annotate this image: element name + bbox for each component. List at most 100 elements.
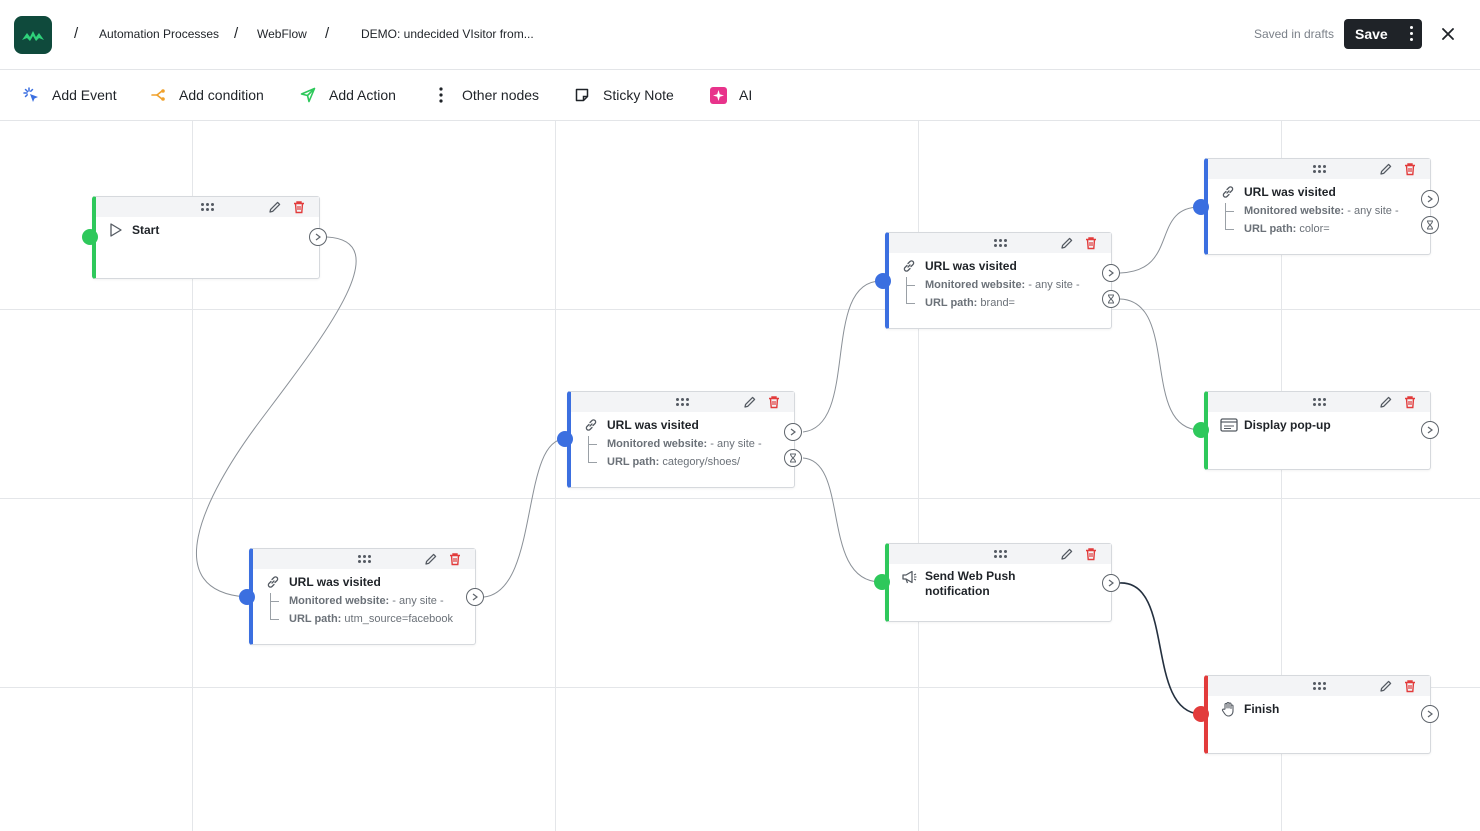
add-condition-button[interactable]: Add condition [149, 84, 264, 106]
node-header[interactable] [889, 233, 1111, 253]
sticky-note-button[interactable]: Sticky Note [573, 84, 674, 106]
edit-icon[interactable] [1060, 547, 1074, 561]
monitored-website-row: Monitored website: - any site - [607, 438, 762, 450]
monitored-website-row: Monitored website: - any site - [1244, 205, 1399, 217]
input-port[interactable] [1193, 422, 1209, 438]
edit-icon[interactable] [1379, 679, 1393, 693]
save-button-label: Save [1355, 26, 1388, 42]
play-icon [110, 223, 122, 237]
delete-icon[interactable] [1084, 236, 1098, 250]
node-header[interactable] [253, 549, 475, 569]
breadcrumb-automation-processes[interactable]: Automation Processes [99, 27, 219, 41]
popup-window-icon [1220, 418, 1238, 432]
timeout-port-hourglass-icon[interactable] [1102, 290, 1120, 308]
tree-connector [588, 436, 598, 463]
edit-icon[interactable] [424, 552, 438, 566]
node-header[interactable] [571, 392, 794, 412]
input-port[interactable] [82, 229, 98, 245]
tree-connector [270, 593, 280, 620]
edit-icon[interactable] [1379, 162, 1393, 176]
node-url-visited-color[interactable]: URL was visited Monitored website: - any… [1204, 158, 1431, 255]
sticky-note-label: Sticky Note [603, 87, 674, 103]
save-button[interactable]: Save [1344, 19, 1422, 49]
edit-icon[interactable] [1060, 236, 1074, 250]
delete-icon[interactable] [1403, 679, 1417, 693]
delete-icon[interactable] [292, 200, 306, 214]
add-event-button[interactable]: Add Event [22, 84, 117, 106]
edit-icon[interactable] [743, 395, 757, 409]
input-port[interactable] [875, 273, 891, 289]
breadcrumb-webflow[interactable]: WebFlow [257, 27, 307, 41]
input-port[interactable] [239, 589, 255, 605]
delete-icon[interactable] [1084, 547, 1098, 561]
save-options-icon[interactable] [1410, 26, 1414, 41]
drag-handle-icon[interactable] [1313, 165, 1327, 173]
app-logo[interactable] [14, 16, 52, 54]
tree-connector [906, 277, 916, 304]
edge-start-to-url1 [195, 236, 357, 598]
other-nodes-button[interactable]: Other nodes [432, 84, 539, 106]
timeout-port-hourglass-icon[interactable] [784, 449, 802, 467]
output-port[interactable] [1421, 705, 1439, 723]
input-port[interactable] [1193, 706, 1209, 722]
prop-value: - any site - [1347, 205, 1399, 217]
output-port[interactable] [309, 228, 327, 246]
drag-handle-icon[interactable] [1313, 682, 1327, 690]
drag-handle-icon[interactable] [201, 203, 215, 211]
node-header[interactable] [1208, 392, 1430, 412]
add-condition-label: Add condition [179, 87, 264, 103]
output-port[interactable] [1421, 190, 1439, 208]
input-port[interactable] [1193, 199, 1209, 215]
node-header[interactable] [889, 544, 1111, 564]
input-port[interactable] [557, 431, 573, 447]
delete-icon[interactable] [1403, 395, 1417, 409]
edit-icon[interactable] [1379, 395, 1393, 409]
output-port[interactable] [1102, 264, 1120, 282]
drag-handle-icon[interactable] [358, 555, 372, 563]
output-port[interactable] [784, 423, 802, 441]
edge-push-to-finish [1119, 582, 1201, 715]
node-header[interactable] [1208, 159, 1430, 179]
node-header[interactable] [96, 197, 319, 217]
node-url-visited-shoes[interactable]: URL was visited Monitored website: - any… [567, 391, 795, 488]
send-icon [299, 86, 317, 104]
node-title: URL was visited [607, 418, 699, 432]
node-header[interactable] [1208, 676, 1430, 696]
node-title: Start [132, 223, 160, 237]
add-action-button[interactable]: Add Action [299, 84, 396, 106]
prop-value: color= [1299, 223, 1330, 235]
tree-connector [1225, 203, 1235, 230]
edit-icon[interactable] [268, 200, 282, 214]
node-title-line-1: Send Web Push [925, 569, 1016, 583]
drag-handle-icon[interactable] [994, 239, 1008, 247]
prop-label: Monitored website: [289, 595, 390, 607]
node-start[interactable]: Start [92, 196, 320, 279]
close-icon[interactable] [1438, 22, 1458, 46]
ai-button[interactable]: AI [709, 84, 752, 106]
edge-url1-to-url2 [483, 438, 566, 598]
input-port[interactable] [874, 574, 890, 590]
workflow-canvas[interactable]: Start URL was visited Monitored website:… [0, 121, 1480, 831]
node-finish[interactable]: Finish [1204, 675, 1431, 754]
drag-handle-icon[interactable] [676, 398, 690, 406]
delete-icon[interactable] [448, 552, 462, 566]
link-icon [903, 260, 915, 272]
output-port[interactable] [1421, 421, 1439, 439]
output-port[interactable] [1102, 574, 1120, 592]
node-display-popup[interactable]: Display pop-up [1204, 391, 1431, 470]
node-url-visited-utm[interactable]: URL was visited Monitored website: - any… [249, 548, 476, 645]
output-port[interactable] [466, 588, 484, 606]
timeout-port-hourglass-icon[interactable] [1421, 216, 1439, 234]
prop-label: Monitored website: [1244, 205, 1345, 217]
delete-icon[interactable] [1403, 162, 1417, 176]
edge-url2-to-url3 [802, 280, 882, 433]
prop-value: utm_source=facebook [344, 613, 453, 625]
node-toolbar: Add Event Add condition Add Action Other… [0, 70, 1480, 121]
breadcrumb-process-name[interactable]: DEMO: undecided VIsitor from... [361, 27, 534, 41]
drag-handle-icon[interactable] [1313, 398, 1327, 406]
node-url-visited-brand[interactable]: URL was visited Monitored website: - any… [885, 232, 1112, 329]
drag-handle-icon[interactable] [994, 550, 1008, 558]
delete-icon[interactable] [767, 395, 781, 409]
node-send-web-push[interactable]: Send Web Push notification [885, 543, 1112, 622]
logo-mark-icon [22, 31, 44, 41]
